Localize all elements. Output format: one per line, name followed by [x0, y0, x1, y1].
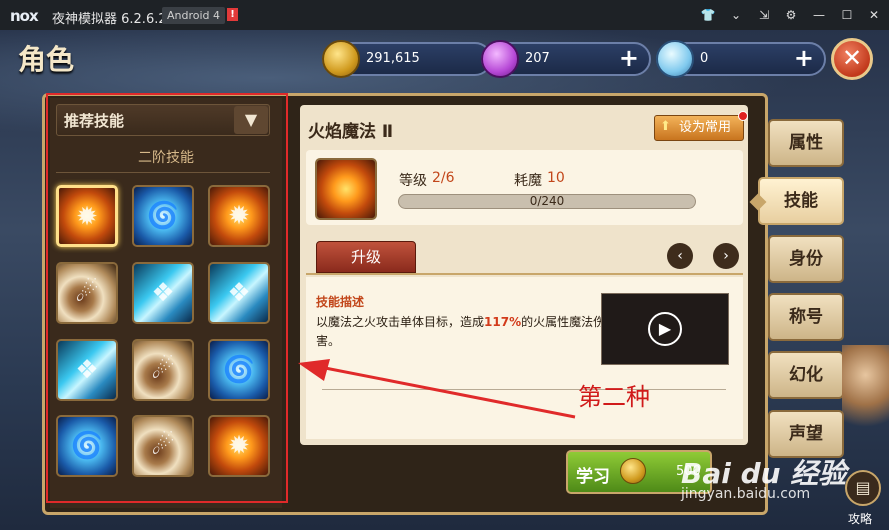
gem-counter: 207 +	[481, 40, 651, 78]
side-tab[interactable]: 称号	[768, 293, 844, 341]
description-text: 以魔法之火攻击单体目标，造成117%的火属性魔法伤害。	[316, 313, 606, 351]
xp-text: 0/240	[529, 194, 565, 208]
prev-arrow-button[interactable]: ‹	[667, 243, 693, 269]
annotation-text: 第二种	[578, 383, 650, 411]
app-title: 夜神模拟器 6.2.6.2	[52, 12, 167, 27]
page-title: 角色	[18, 43, 75, 76]
side-tab[interactable]: 技能	[758, 177, 844, 225]
add-diamonds-button[interactable]: +	[794, 44, 814, 72]
purple-gem-icon	[481, 40, 519, 78]
next-arrow-button[interactable]: ›	[713, 243, 739, 269]
mana-value: 10	[547, 170, 565, 186]
character-figure	[842, 345, 889, 445]
level-label: 等级	[399, 173, 427, 189]
side-tab[interactable]: 属性	[768, 119, 844, 167]
tab-divider	[306, 273, 743, 275]
close-button[interactable]: ✕	[831, 38, 873, 80]
skill-title: 火焰魔法 Ⅱ	[308, 122, 394, 142]
gold-coin-icon	[620, 458, 646, 484]
description-title: 技能描述	[316, 295, 365, 309]
gold-counter: 291,615	[322, 40, 492, 78]
diamond-value: 0	[700, 51, 709, 66]
baidu-watermark-url: jingyan.baidu.com	[681, 486, 811, 502]
nox-logo: nox	[10, 7, 39, 25]
annotation-arrow	[298, 359, 576, 419]
book-icon[interactable]: ▤	[845, 470, 881, 506]
maximize-icon[interactable]: ☐	[839, 7, 855, 23]
add-gems-button[interactable]: +	[619, 44, 639, 72]
warning-badge[interactable]: !	[227, 8, 238, 21]
gear-icon[interactable]: ⚙	[783, 7, 799, 23]
gold-value: 291,615	[366, 51, 420, 66]
damage-percent: 117%	[484, 315, 522, 329]
pin-icon[interactable]: ⇲	[756, 7, 772, 23]
play-icon[interactable]: ▶	[648, 312, 682, 346]
annotation-highlight-box	[46, 93, 288, 503]
minimize-icon[interactable]: —	[811, 7, 827, 23]
android-version-badge: Android 4	[162, 7, 226, 24]
up-arrow-icon: ⬆	[660, 119, 671, 134]
side-tab[interactable]: 身份	[768, 235, 844, 283]
guide-label: 攻略	[848, 512, 873, 526]
close-icon[interactable]: ✕	[866, 7, 882, 23]
side-tab[interactable]: 声望	[768, 410, 844, 458]
gem-value: 207	[525, 51, 550, 66]
side-tab[interactable]: 幻化	[768, 351, 844, 399]
mana-label: 耗魔	[514, 173, 542, 189]
fireball-skill-icon	[315, 158, 377, 220]
gold-coin-icon	[322, 40, 360, 78]
shirt-icon[interactable]: 👕	[700, 7, 716, 23]
chevron-down-icon[interactable]: ⌄	[728, 7, 744, 23]
tab-upgrade[interactable]: 升级	[316, 241, 416, 273]
diamond-counter: 0 +	[656, 40, 826, 78]
level-value: 2/6	[432, 170, 455, 186]
description-text-part: 以魔法之火攻击单体目标，造成	[316, 315, 485, 329]
diamond-icon	[656, 40, 694, 78]
learn-label: 学习	[576, 467, 610, 487]
notification-dot	[738, 111, 748, 121]
